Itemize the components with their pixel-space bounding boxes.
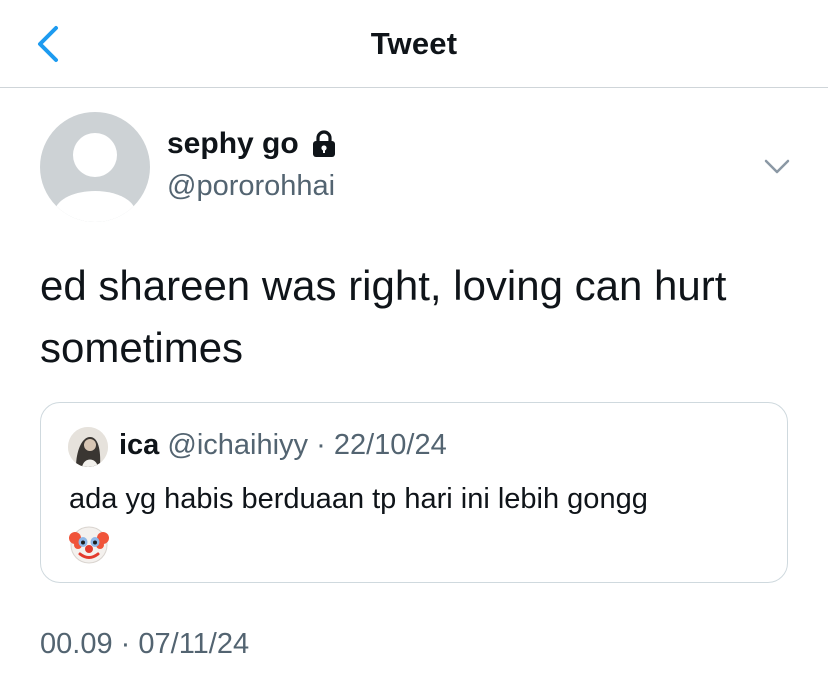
tweet-date: 07/11/24 [138, 628, 250, 660]
default-avatar-icon [54, 133, 136, 222]
quoted-tweet-header: ica @ichaihiyy · 22/10/24 [119, 429, 447, 462]
clown-face-emoji [69, 526, 109, 564]
quoted-tweet-date: 22/10/24 [333, 429, 447, 461]
page-title: Tweet [370, 26, 458, 61]
quoted-author-avatar [68, 427, 108, 467]
separator-dot: · [120, 628, 131, 660]
quoted-author-name: ica [119, 429, 160, 461]
avatar-photo-icon [68, 427, 108, 467]
tweet-text: ed shareen was right, loving can hurt so… [40, 262, 727, 371]
tweet-timestamp: 00.09 · 07/11/24 [40, 628, 249, 661]
author-handle[interactable]: @pororohhai [167, 170, 335, 203]
lock-icon [312, 130, 335, 157]
author-name[interactable]: sephy go [167, 127, 299, 161]
more-options-button[interactable] [758, 150, 796, 184]
quoted-tweet-card[interactable]: ica @ichaihiyy · 22/10/24 ada yg habis b… [40, 402, 788, 583]
author-name-row[interactable]: sephy go [167, 127, 339, 161]
quoted-tweet-text: ada yg habis berduaan tp hari ini lebih … [69, 483, 648, 515]
author-avatar[interactable] [40, 112, 150, 222]
separator-dot: · [316, 429, 326, 461]
top-bar: Tweet [0, 0, 828, 88]
quoted-author-handle: @ichaihiyy [167, 429, 309, 461]
chevron-down-icon [764, 159, 790, 174]
tweet-time: 00.09 [40, 628, 113, 660]
